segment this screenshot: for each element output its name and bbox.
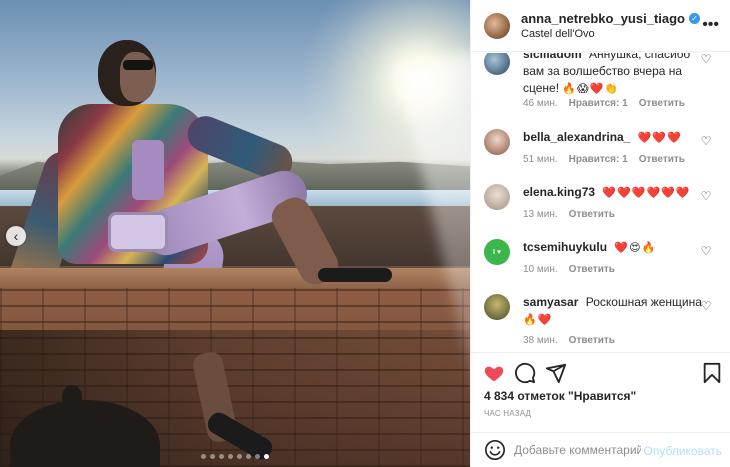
comment-likes[interactable]: Нравится: 1 xyxy=(569,154,628,165)
likes-count[interactable]: 4 834 отметок "Нравится" xyxy=(484,389,636,403)
carousel-dot xyxy=(264,454,269,459)
woman-shoe-raised xyxy=(318,268,392,282)
carousel-indicator xyxy=(0,454,470,459)
comment-emoji: ❤️❤️❤️❤️❤️❤️ xyxy=(602,187,691,199)
reply-button[interactable]: Ответить xyxy=(569,209,615,220)
post-timestamp: ЧАС НАЗАД xyxy=(484,409,532,418)
avatar[interactable] xyxy=(484,12,510,39)
post-location[interactable]: Castel dell'Ovo xyxy=(521,28,700,40)
avatar[interactable] xyxy=(484,184,510,210)
avatar[interactable]: I ♥ xyxy=(484,239,510,265)
comment-emoji: ❤️❤️❤️ xyxy=(637,132,682,144)
publish-button[interactable]: Опубликовать xyxy=(644,444,722,458)
add-comment-bar: Опубликовать xyxy=(471,432,730,467)
comment-time: 13 мин. xyxy=(523,209,558,220)
comment-emoji: 🔥😱❤️👏 xyxy=(562,83,619,95)
comment-username[interactable]: tcsemihuykulu xyxy=(523,240,607,254)
woman-top xyxy=(132,140,164,200)
woman-belt-bag xyxy=(108,212,168,252)
comment-emoji: 🔥❤️ xyxy=(523,314,553,326)
like-comment-heart-icon[interactable]: ♡ xyxy=(700,300,712,312)
carousel-dot xyxy=(201,454,206,459)
comment-username[interactable]: elena.king73 xyxy=(523,185,595,199)
like-heart-icon[interactable] xyxy=(483,362,505,384)
carousel-dot xyxy=(210,454,215,459)
avatar[interactable] xyxy=(484,294,510,320)
post-photo[interactable]: ‹ xyxy=(0,0,470,467)
comment-meta: 38 мин. Ответить xyxy=(523,335,615,346)
comment-username[interactable]: samyasar xyxy=(523,295,578,309)
post-actions xyxy=(471,352,730,392)
verified-badge-icon: ✓ xyxy=(689,13,700,24)
reply-button[interactable]: Ответить xyxy=(639,154,685,165)
comment-bubble-icon[interactable] xyxy=(514,362,536,384)
comment-meta: 46 мин. Нравится: 1 Ответить xyxy=(523,98,685,109)
like-comment-heart-icon[interactable]: ♡ xyxy=(700,53,712,65)
avatar[interactable] xyxy=(484,129,510,155)
post-sidebar: anna_netrebko_yusi_tiago ✓ Castel dell'O… xyxy=(470,0,730,467)
sunglasses xyxy=(123,60,153,70)
comment-message: Роскошная женщина xyxy=(585,295,702,309)
comment-meta: 13 мин. Ответить xyxy=(523,209,615,220)
author-username[interactable]: anna_netrebko_yusi_tiago xyxy=(521,11,685,26)
reply-button[interactable]: Ответить xyxy=(569,264,615,275)
comment-username[interactable]: bella_alexandrina_ xyxy=(523,130,630,144)
post-header: anna_netrebko_yusi_tiago ✓ Castel dell'O… xyxy=(471,0,730,52)
like-comment-heart-icon[interactable]: ♡ xyxy=(700,190,712,202)
comment-text: sicilladom Аннушка, спасибо вам за волше… xyxy=(523,53,703,98)
like-comment-heart-icon[interactable]: ♡ xyxy=(700,135,712,147)
comment-text: tcsemihuykulu ❤️😍🔥 xyxy=(523,239,703,257)
comment-time: 38 мин. xyxy=(523,335,558,346)
reply-button[interactable]: Ответить xyxy=(569,335,615,346)
comment-emoji: ❤️😍🔥 xyxy=(614,242,657,254)
more-options-icon[interactable]: ••• xyxy=(702,16,719,34)
comment-meta: 51 мин. Нравится: 1 Ответить xyxy=(523,154,685,165)
emoji-smile-icon[interactable] xyxy=(484,439,506,461)
comment-time: 51 мин. xyxy=(523,154,558,165)
comment-meta: 10 мин. Ответить xyxy=(523,264,615,275)
like-comment-heart-icon[interactable]: ♡ xyxy=(700,245,712,257)
comment-username[interactable]: sicilladom xyxy=(523,53,582,61)
comment-likes[interactable]: Нравится: 1 xyxy=(569,98,628,109)
carousel-dot xyxy=(228,454,233,459)
comments-list[interactable]: sicilladom Аннушка, спасибо вам за волше… xyxy=(471,53,730,351)
comment-input[interactable] xyxy=(514,443,641,457)
author-username-row: anna_netrebko_yusi_tiago ✓ xyxy=(521,11,700,26)
avatar[interactable] xyxy=(484,53,510,75)
bookmark-icon[interactable] xyxy=(701,362,723,384)
carousel-dot xyxy=(237,454,242,459)
comment-text: elena.king73 ❤️❤️❤️❤️❤️❤️ xyxy=(523,184,703,202)
carousel-dot xyxy=(219,454,224,459)
comment-time: 10 мин. xyxy=(523,264,558,275)
carousel-dot xyxy=(255,454,260,459)
comment-text: samyasar Роскошная женщина 🔥❤️ xyxy=(523,294,703,329)
share-send-icon[interactable] xyxy=(545,362,567,384)
comment-time: 46 мин. xyxy=(523,98,558,109)
comment-text: bella_alexandrina_ ❤️❤️❤️ xyxy=(523,129,703,147)
wall-ledge xyxy=(0,268,470,290)
reply-button[interactable]: Ответить xyxy=(639,98,685,109)
carousel-prev-button[interactable]: ‹ xyxy=(6,226,26,246)
carousel-dot xyxy=(246,454,251,459)
chevron-left-icon: ‹ xyxy=(13,228,19,244)
